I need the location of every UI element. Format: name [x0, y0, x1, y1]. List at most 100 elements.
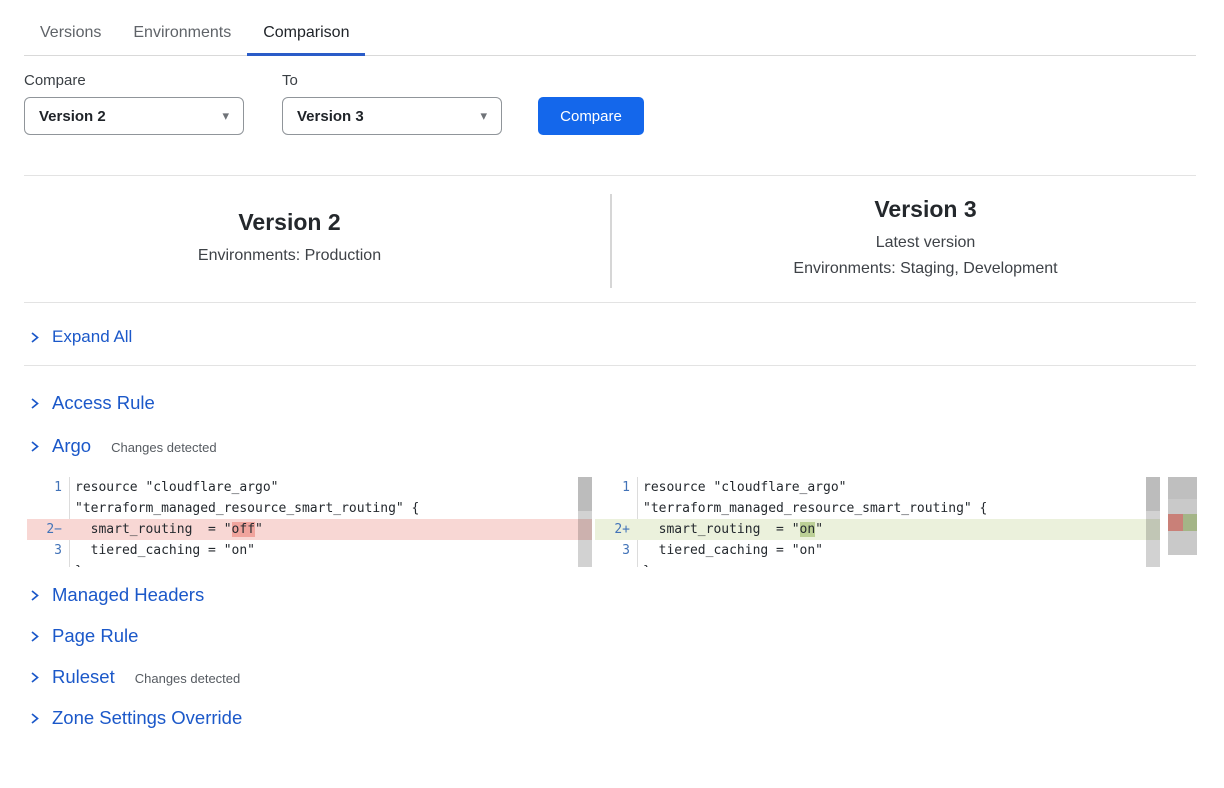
compare-to-select[interactable]: Version 3 ▾ — [282, 97, 502, 135]
compare-from-select[interactable]: Version 2 ▾ — [24, 97, 244, 135]
code-text: "terraform_managed_resource_smart_routin… — [70, 498, 419, 519]
line-number — [595, 561, 638, 567]
tab-versions-label: Versions — [40, 24, 101, 41]
section-access-rule-label: Access Rule — [52, 392, 155, 414]
chevron-right-icon — [28, 671, 41, 684]
expand-all-button[interactable]: Expand All — [28, 327, 1224, 347]
tab-comparison-label: Comparison — [263, 24, 349, 41]
line-number: 2+ — [595, 519, 638, 540]
diff-line-wrap: "terraform_managed_resource_smart_routin… — [27, 498, 592, 519]
code-text: } — [638, 561, 651, 567]
compare-from-value: Version 2 — [39, 108, 106, 125]
divider — [24, 365, 1196, 366]
diff-line: 1 resource "cloudflare_argo" — [595, 477, 1160, 498]
version-right-environments: Environments: Staging, Development — [655, 256, 1196, 282]
diff-line: } — [595, 561, 1160, 567]
chevron-right-icon — [28, 397, 41, 410]
code-text: "terraform_managed_resource_smart_routin… — [638, 498, 987, 519]
compare-button[interactable]: Compare — [538, 97, 644, 135]
version-right-title: Version 3 — [655, 196, 1196, 223]
line-number: 3 — [27, 540, 70, 561]
version-left-title: Version 2 — [24, 209, 555, 236]
version-left-header: Version 2 Environments: Production — [24, 209, 610, 269]
section-ruleset-label: Ruleset — [52, 666, 115, 688]
vertical-divider — [610, 194, 612, 288]
active-tab-underline — [247, 53, 365, 56]
divider — [24, 302, 1196, 303]
diff-line: 3 tiered_caching = "on" — [595, 540, 1160, 561]
code-text: resource "cloudflare_argo" — [638, 477, 847, 498]
code-text: tiered_caching = "on" — [638, 540, 823, 561]
diff-line: } — [27, 561, 592, 567]
chevron-right-icon — [28, 630, 41, 643]
changes-detected-badge: Changes detected — [135, 668, 241, 686]
code-text: smart_routing = " — [643, 522, 800, 537]
minimap-added-marker — [1183, 514, 1198, 531]
line-number: 2− — [27, 519, 70, 540]
minimap-viewport — [1168, 477, 1197, 499]
scrollbar-thumb[interactable] — [1146, 477, 1160, 511]
tab-environments-label: Environments — [133, 24, 231, 41]
code-text: smart_routing = " — [75, 522, 232, 537]
version-left-environments: Environments: Production — [24, 243, 555, 269]
compare-to-label: To — [282, 72, 502, 89]
diff-right-pane[interactable]: 1 resource "cloudflare_argo" "terraform_… — [595, 477, 1160, 567]
section-page-rule[interactable]: Page Rule — [28, 625, 1224, 647]
section-argo-label: Argo — [52, 435, 91, 457]
section-access-rule[interactable]: Access Rule — [28, 392, 1224, 414]
code-text: resource "cloudflare_argo" — [70, 477, 279, 498]
caret-down-icon: ▾ — [480, 108, 487, 124]
line-number — [595, 498, 638, 519]
diff-line-wrap: "terraform_managed_resource_smart_routin… — [595, 498, 1160, 519]
diff-line: 3 tiered_caching = "on" — [27, 540, 592, 561]
tab-versions[interactable]: Versions — [24, 16, 117, 55]
line-number — [27, 561, 70, 567]
code-text: " — [815, 522, 823, 537]
version-right-header: Version 3 Latest version Environments: S… — [610, 196, 1196, 282]
code-text: tiered_caching = "on" — [70, 540, 255, 561]
chevron-right-icon — [28, 712, 41, 725]
compare-from-label: Compare — [24, 72, 244, 89]
code-text: smart_routing = "off" — [70, 519, 263, 540]
vertical-scrollbar[interactable] — [1146, 477, 1160, 567]
section-managed-headers[interactable]: Managed Headers — [28, 584, 1224, 606]
compare-form: Compare Version 2 ▾ To Version 3 ▾ Compa… — [24, 72, 1224, 135]
chevron-right-icon — [28, 589, 41, 602]
diff-minimap[interactable] — [1168, 477, 1197, 555]
diff-left-pane[interactable]: 1 resource "cloudflare_argo" "terraform_… — [27, 477, 592, 567]
line-number: 1 — [27, 477, 70, 498]
added-word-highlight: on — [800, 522, 816, 537]
compare-from-field: Compare Version 2 ▾ — [24, 72, 244, 135]
tab-environments[interactable]: Environments — [117, 16, 247, 55]
line-number — [27, 498, 70, 519]
vertical-scrollbar[interactable] — [578, 477, 592, 567]
code-text: " — [255, 522, 263, 537]
section-zone-settings-override-label: Zone Settings Override — [52, 707, 242, 729]
diff-line-added: 2+ smart_routing = "on" — [595, 519, 1160, 540]
section-page-rule-label: Page Rule — [52, 625, 138, 647]
line-number: 1 — [595, 477, 638, 498]
chevron-right-icon — [28, 331, 41, 344]
changes-detected-badge: Changes detected — [111, 437, 217, 455]
diff-line-removed: 2− smart_routing = "off" — [27, 519, 592, 540]
code-text: } — [70, 561, 83, 567]
version-right-subtitle: Latest version — [655, 230, 1196, 256]
chevron-right-icon — [28, 440, 41, 453]
tab-comparison[interactable]: Comparison — [247, 16, 365, 55]
diff-line: 1 resource "cloudflare_argo" — [27, 477, 592, 498]
removed-word-highlight: off — [232, 522, 255, 537]
section-ruleset[interactable]: Ruleset Changes detected — [28, 666, 1224, 688]
minimap-removed-marker — [1168, 514, 1183, 531]
tab-bar: Versions Environments Comparison — [24, 0, 1196, 56]
caret-down-icon: ▾ — [222, 108, 229, 124]
section-argo[interactable]: Argo Changes detected — [28, 435, 1224, 457]
section-managed-headers-label: Managed Headers — [52, 584, 204, 606]
scrollbar-thumb[interactable] — [578, 477, 592, 511]
expand-all-label: Expand All — [52, 327, 132, 347]
version-headers: Version 2 Environments: Production Versi… — [24, 176, 1196, 302]
section-zone-settings-override[interactable]: Zone Settings Override — [28, 707, 1224, 729]
compare-to-value: Version 3 — [297, 108, 364, 125]
code-text: smart_routing = "on" — [638, 519, 823, 540]
compare-to-field: To Version 3 ▾ — [282, 72, 502, 135]
argo-diff-viewer: 1 resource "cloudflare_argo" "terraform_… — [27, 477, 1197, 567]
